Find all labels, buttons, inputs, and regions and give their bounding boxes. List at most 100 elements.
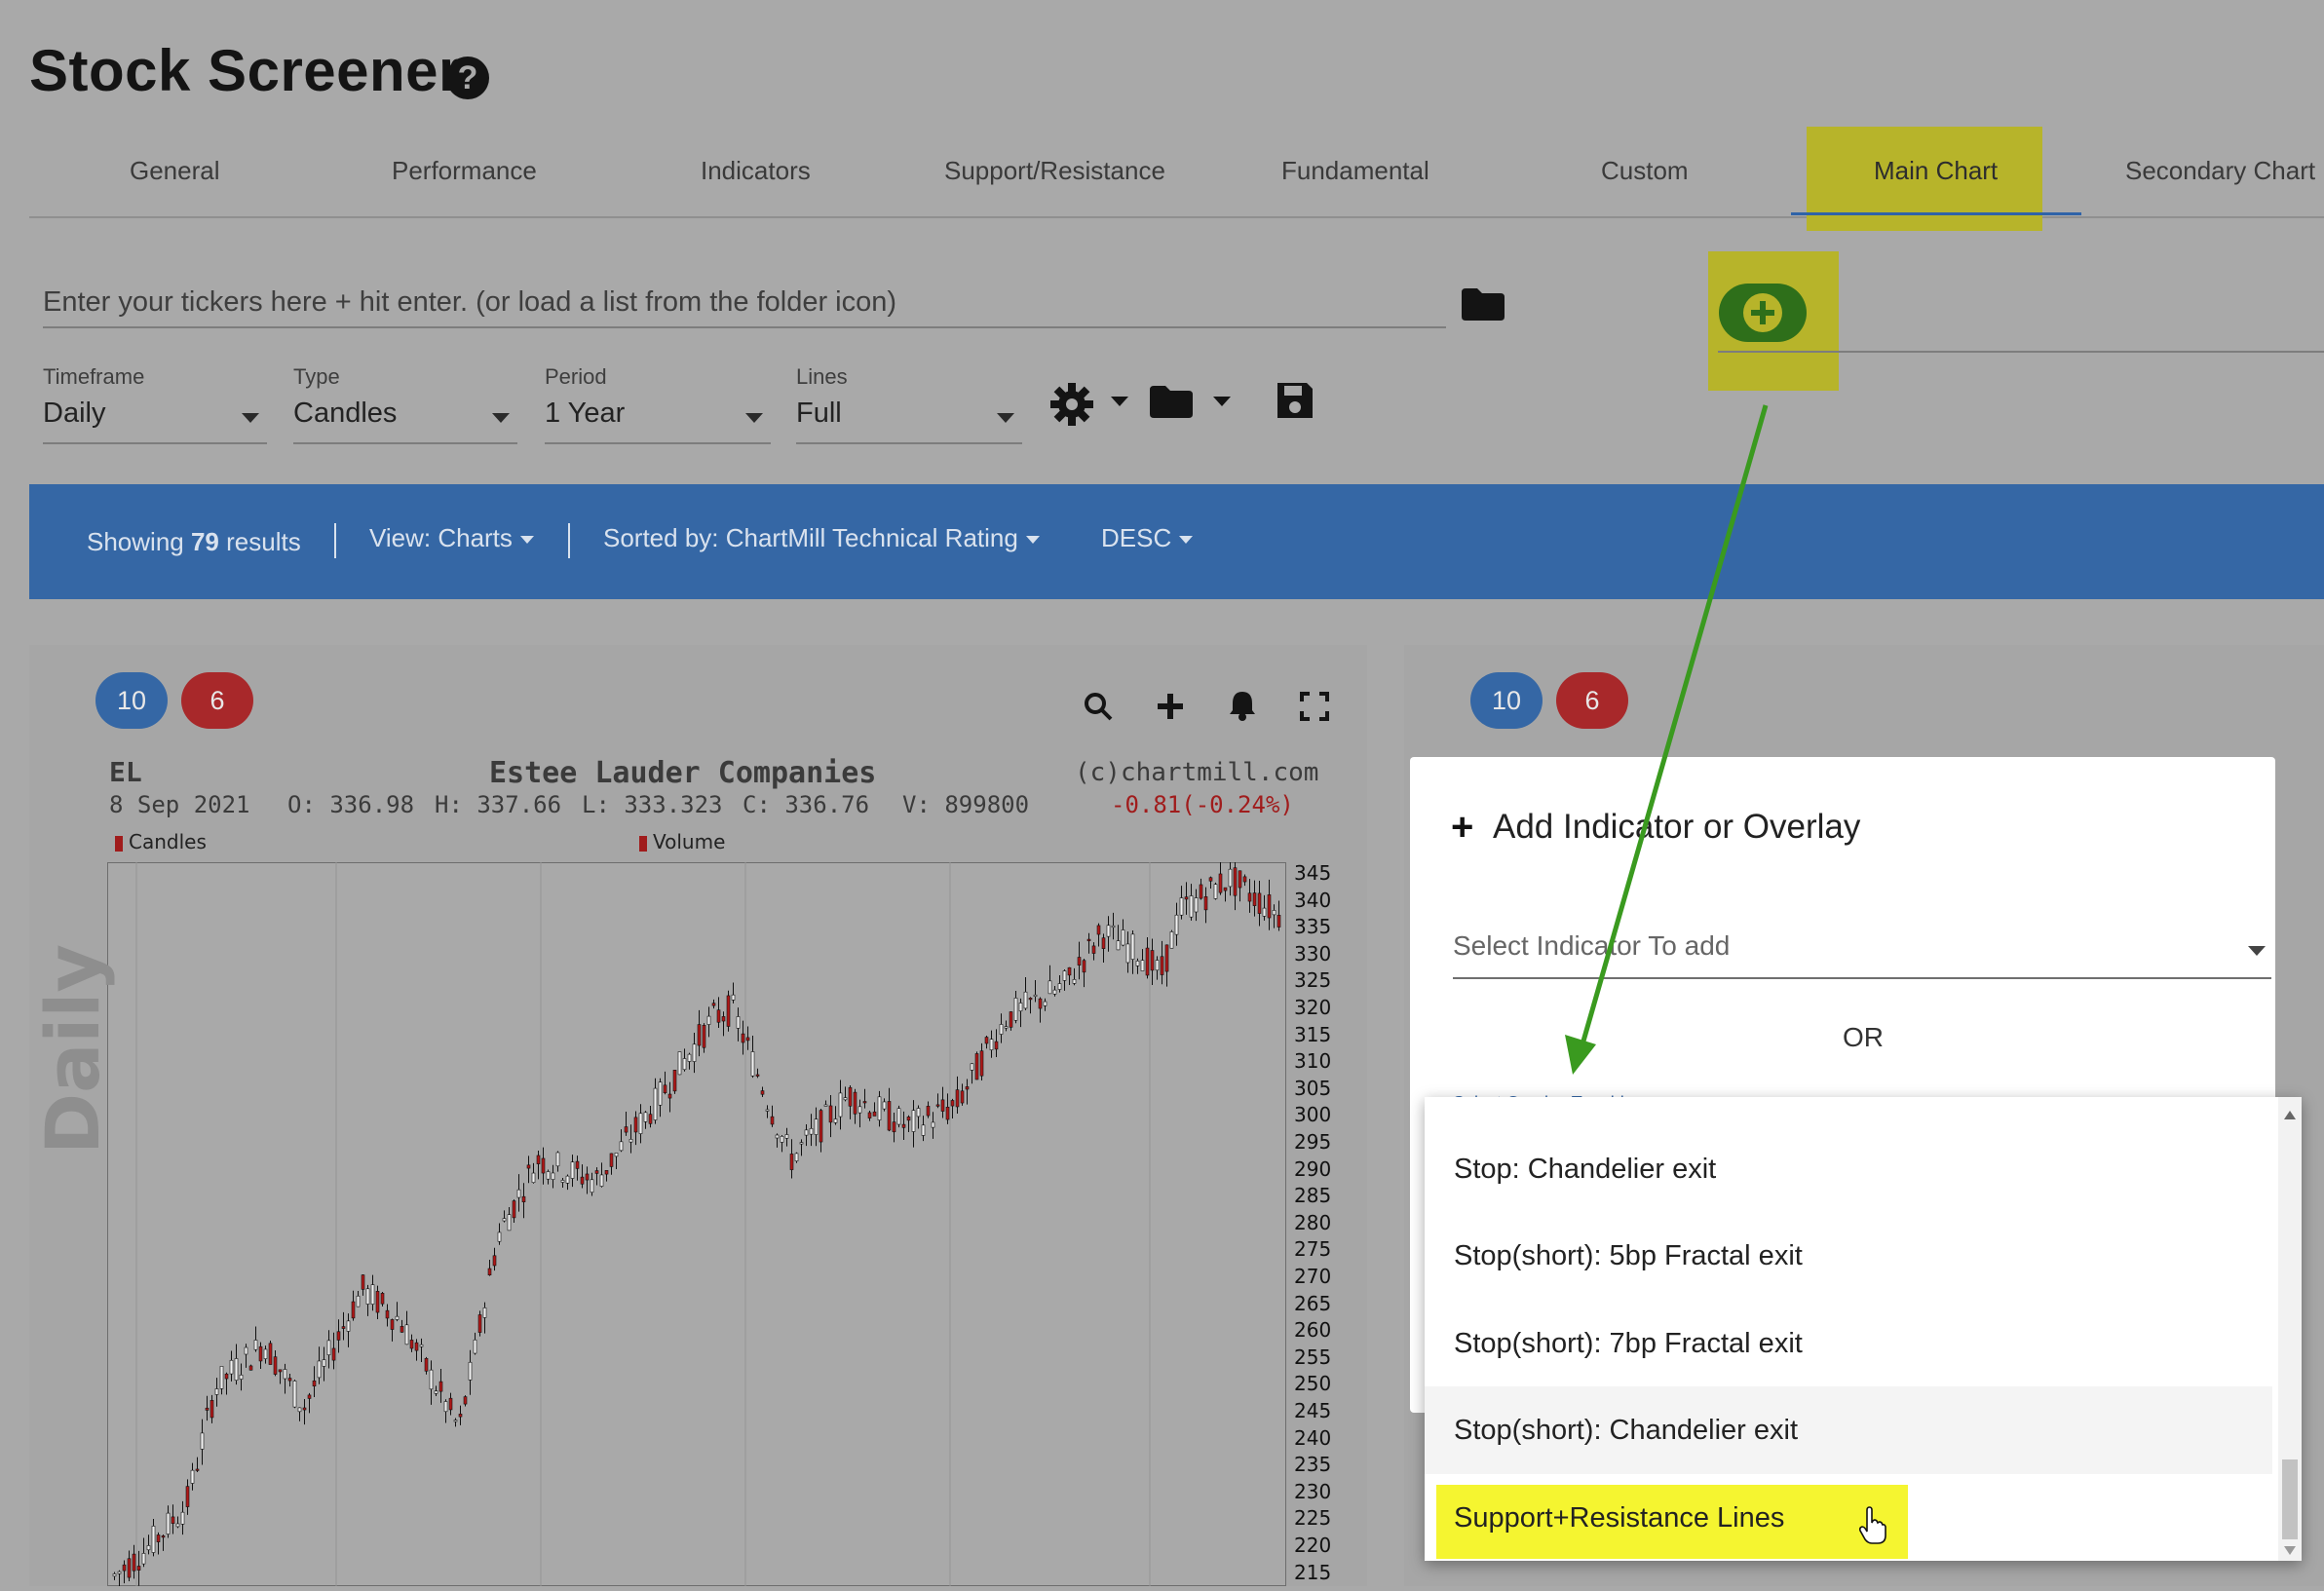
tab-main-chart[interactable]: Main Chart [1874,156,1998,186]
candle-body [940,1099,945,1112]
candle-body [141,1553,146,1565]
save-icon[interactable] [1275,380,1315,426]
indicator-select[interactable]: Select Indicator To add [1453,930,2271,979]
candle-body [322,1359,326,1367]
candle-body [590,1179,594,1193]
candle-body [1111,925,1116,928]
candle-body [536,1155,541,1164]
tab-bar: General Performance Indicators Support/R… [29,127,2324,231]
candle-body [921,1124,926,1136]
candle-body [614,1153,619,1157]
tab-performance[interactable]: Performance [392,156,537,186]
candle-body [1150,950,1155,971]
folder-icon[interactable] [1460,286,1506,326]
tab-custom[interactable]: Custom [1601,156,1689,186]
scrollbar-thumb[interactable] [2282,1459,2298,1539]
candle-body [1077,957,1082,966]
badge-red: 6 [1556,672,1628,729]
tab-support-resistance[interactable]: Support/Resistance [944,156,1165,186]
tab-general[interactable]: General [130,156,220,186]
add-circle-icon[interactable] [1719,284,1807,342]
tab-fundamental[interactable]: Fundamental [1281,156,1429,186]
help-icon[interactable]: ? [446,57,489,99]
timeframe-select[interactable]: Daily [43,398,267,444]
plus-icon[interactable] [1156,692,1185,726]
candle-body [1242,876,1247,883]
candle-body [1184,896,1189,900]
search-icon[interactable] [1084,692,1113,726]
candle-body [1252,892,1257,906]
candle-body [531,1172,536,1184]
scroll-up-arrow[interactable] [2284,1107,2296,1124]
candle-body [1276,915,1281,928]
y-tick-label: 250 [1294,1372,1332,1396]
price-chart-svg [106,855,1287,1588]
overlay-option[interactable]: Stop: Chandelier exit [1454,1154,1716,1186]
type-select[interactable]: Candles [293,398,517,444]
candle-body [375,1291,380,1313]
candle-body [424,1357,429,1372]
overlay-option[interactable]: Stop(short): 7bp Fractal exit [1454,1328,1803,1360]
ticker-input[interactable] [43,278,1446,328]
overlay-option[interactable]: Stop(short): Chandelier exit [1454,1415,1798,1447]
tab-active-underline [1791,212,2081,215]
candle-body [594,1170,599,1174]
candle-body [312,1380,317,1386]
scroll-down-arrow[interactable] [2284,1543,2296,1561]
overlay-option[interactable]: Stop(short): 5bp Fractal exit [1454,1240,1803,1272]
modal-plus-icon: + [1451,806,1474,849]
candle-body [945,1106,950,1120]
candle-body [1135,960,1140,966]
candle-body [1140,960,1145,971]
y-tick-label: 220 [1294,1534,1332,1557]
tab-indicators[interactable]: Indicators [701,156,811,186]
order-dropdown[interactable]: DESC [1101,523,1194,553]
results-bar: Showing 79 results View: Charts Sorted b… [29,484,2324,599]
bell-icon[interactable] [1228,690,1257,726]
candle-body [1004,1026,1009,1029]
gear-dropdown-caret[interactable] [1111,396,1128,413]
sort-dropdown[interactable]: Sorted by: ChartMill Technical Rating [603,523,1040,553]
folder-dropdown-caret[interactable] [1213,396,1231,413]
period-select[interactable]: 1 Year [545,398,771,444]
candle-body [974,1053,979,1080]
y-tick-label: 215 [1294,1560,1332,1584]
overlay-option-support-resistance[interactable]: Support+Resistance Lines [1454,1502,1784,1534]
chart-high: H: 337.66 [435,791,562,818]
candle-body [892,1121,896,1133]
page-title: Stock Screener [29,38,462,103]
candle-body [872,1111,877,1117]
candle-body [185,1486,190,1507]
candle-body [1023,991,1028,1009]
candle-body [292,1381,297,1408]
chart-source: (c)chartmill.com [1075,758,1319,787]
view-dropdown[interactable]: View: Charts [369,523,534,553]
candle-body [473,1339,477,1354]
candle-body [970,1063,974,1071]
candle-body [453,1420,458,1422]
badge-blue: 10 [1470,672,1543,729]
candle-body [638,1113,643,1134]
fullscreen-icon[interactable] [1300,692,1329,726]
candle-body [814,1118,819,1135]
gear-icon[interactable] [1048,380,1096,434]
candle-body [706,1015,711,1025]
candle-body [273,1356,278,1375]
candle-body [624,1126,629,1133]
candle-body [648,1114,653,1124]
candle-body [346,1320,351,1332]
candle-body [239,1374,244,1380]
candle-body [117,1571,122,1574]
candle-body [726,995,731,1027]
candle-body [190,1469,195,1484]
candle-body [1179,897,1184,916]
candle-body [580,1176,585,1185]
folder-icon[interactable] [1148,384,1195,424]
candle-body [526,1164,531,1169]
candle-body [1106,925,1111,937]
y-tick-label: 230 [1294,1479,1332,1503]
modal-title: Add Indicator or Overlay [1493,808,1861,846]
tab-secondary-chart[interactable]: Secondary Chart [2125,156,2315,186]
lines-select[interactable]: Full [796,398,1022,444]
candle-body [497,1231,502,1242]
